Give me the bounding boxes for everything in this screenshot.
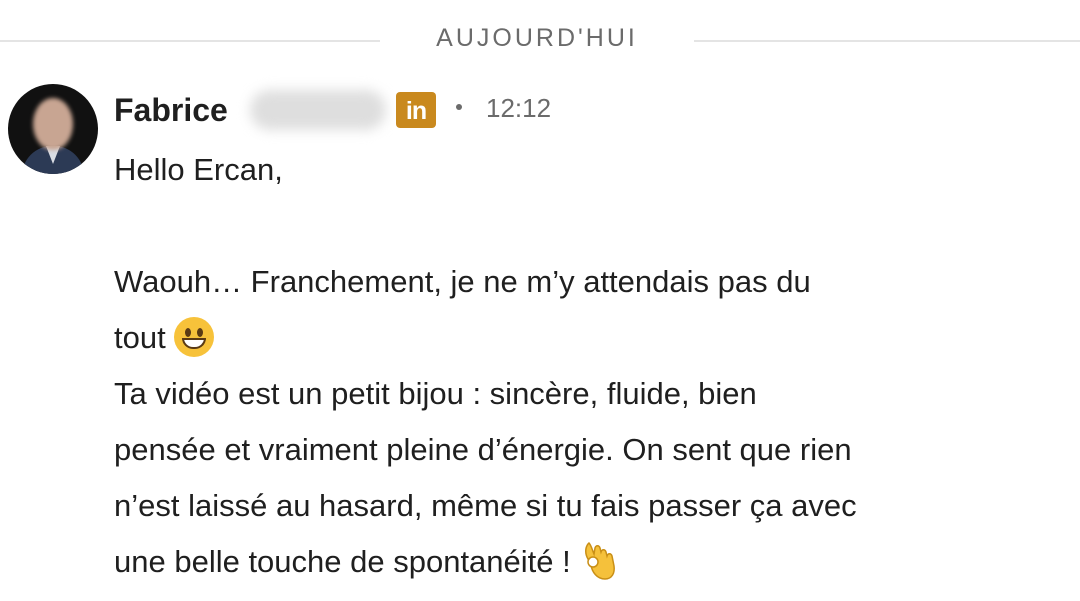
divider-line-left — [0, 40, 380, 42]
message-line-text: une belle touche de spontanéité ! — [114, 544, 571, 579]
date-divider: AUJOURD'HUI — [0, 22, 1080, 58]
separator-dot — [456, 104, 462, 110]
divider-line-right — [694, 40, 1080, 42]
message-line-with-emoji: tout — [114, 310, 1034, 366]
message-line: n’est laissé au hasard, même si tu fais … — [114, 488, 857, 523]
message-line: Ta vidéo est un petit bijou : sincère, f… — [114, 376, 757, 411]
message-body: Hello Ercan, Waouh… Franchement, je ne m… — [114, 142, 1034, 590]
linkedin-icon[interactable]: in — [396, 92, 436, 128]
message-timestamp: 12:12 — [486, 93, 552, 123]
grinning-face-emoji-icon — [173, 316, 214, 357]
date-divider-label: AUJOURD'HUI — [436, 24, 638, 52]
sender-lastname-redacted — [250, 90, 386, 130]
sender-name[interactable]: Fabrice — [114, 92, 228, 129]
message-line: Waouh… Franchement, je ne m’y attendais … — [114, 264, 811, 299]
avatar-face-blurred — [33, 98, 73, 150]
sender-avatar[interactable] — [8, 84, 98, 174]
message-greeting: Hello Ercan, — [114, 152, 283, 187]
message-line-with-emoji: une belle touche de spontanéité ! — [114, 534, 1034, 590]
ok-hand-emoji-icon — [579, 538, 617, 582]
message-line-text: tout — [114, 320, 166, 355]
message-line: pensée et vraiment pleine d’énergie. On … — [114, 432, 852, 467]
conversation-thread: AUJOURD'HUI Fabrice in 12:12 Hello Ercan… — [0, 0, 1080, 601]
